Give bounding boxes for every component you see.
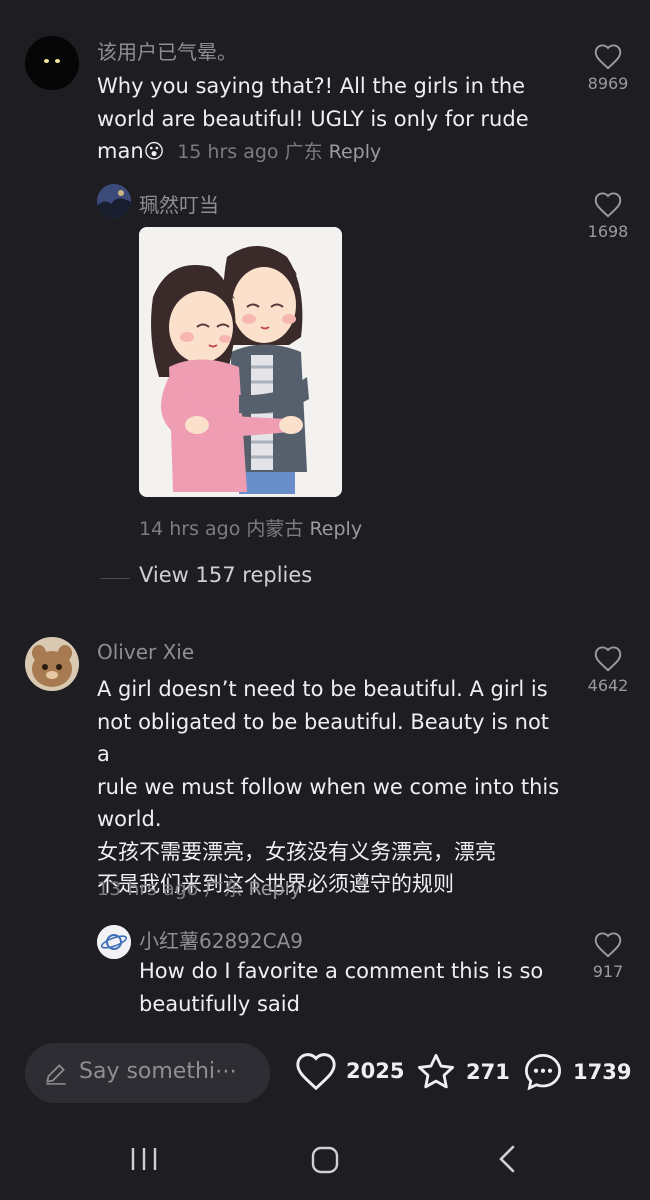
view-replies-label[interactable]: View 157 replies [139, 563, 312, 587]
reply-button[interactable]: Reply [248, 878, 301, 900]
comment-text: How do I favorite a comment this is so b… [139, 959, 544, 1016]
comment-meta: 14 hrs ago 内蒙古 Reply [139, 514, 362, 541]
pen-icon [46, 1064, 66, 1085]
avatar[interactable] [97, 925, 131, 959]
comment-input-placeholder: Say somethi⋯ [79, 1059, 238, 1084]
comment-time: 13 hrs ago [97, 878, 199, 900]
system-navigation-bar [0, 1120, 650, 1200]
bottom-action-bar: Say somethi⋯ 2025 271 1739 [0, 1025, 650, 1120]
comment-location: 内蒙古 [246, 518, 304, 540]
like-button[interactable]: 4642 [578, 645, 638, 695]
avatar[interactable] [25, 36, 79, 90]
home-icon[interactable] [311, 1146, 339, 1174]
comment-text: A girl doesn’t need to be beautiful. A g… [97, 677, 560, 896]
reply-button[interactable]: Reply [309, 518, 362, 540]
like-button[interactable]: 1698 [578, 191, 638, 241]
avatar[interactable] [97, 184, 131, 218]
heart-icon [594, 44, 622, 70]
like-button[interactable]: 8969 [578, 43, 638, 93]
star-icon [417, 1053, 455, 1089]
like-post-button[interactable]: 2025 [294, 1051, 404, 1091]
like-count: 8969 [587, 74, 629, 93]
heart-icon [594, 646, 622, 672]
hug-sticker-image[interactable] [139, 227, 342, 497]
recent-apps-icon[interactable] [130, 1146, 158, 1172]
emoji: 😮 [143, 139, 165, 163]
comment-time: 15 hrs ago [177, 141, 279, 163]
like-count: 917 [592, 962, 624, 981]
comment-text: Why you saying that?! All the girls in t… [97, 74, 529, 163]
like-count: 1698 [587, 222, 629, 241]
divider [100, 578, 130, 579]
comment-post-button[interactable]: 1739 [521, 1051, 631, 1093]
heart-icon [594, 192, 622, 218]
like-count: 4642 [587, 676, 629, 695]
post-like-count: 2025 [346, 1059, 405, 1083]
post-favorite-count: 271 [466, 1060, 510, 1084]
heart-icon [594, 932, 622, 958]
post-comment-count: 1739 [573, 1060, 632, 1084]
comment-time: 14 hrs ago [139, 518, 241, 540]
comment-username[interactable]: 珮然叮当 [139, 189, 219, 218]
favorite-post-button[interactable]: 271 [414, 1051, 510, 1093]
comment-meta: 13 hrs ago 广东 Reply [97, 874, 301, 901]
comment-input[interactable]: Say somethi⋯ [25, 1043, 270, 1103]
avatar[interactable] [25, 637, 79, 691]
comment-bubble-icon [524, 1053, 562, 1091]
comment-location: 广东 [204, 878, 243, 900]
comment-username[interactable]: 小红薯62892CA9 [139, 925, 303, 954]
reply-button[interactable]: Reply [329, 141, 382, 163]
like-button[interactable]: 917 [578, 931, 638, 981]
heart-icon [296, 1053, 336, 1091]
comment-username[interactable]: Oliver Xie [97, 640, 194, 664]
comment-location: 广东 [284, 141, 323, 163]
comment-username[interactable]: 该用户已气晕。 [97, 36, 237, 65]
back-icon[interactable] [496, 1144, 518, 1174]
